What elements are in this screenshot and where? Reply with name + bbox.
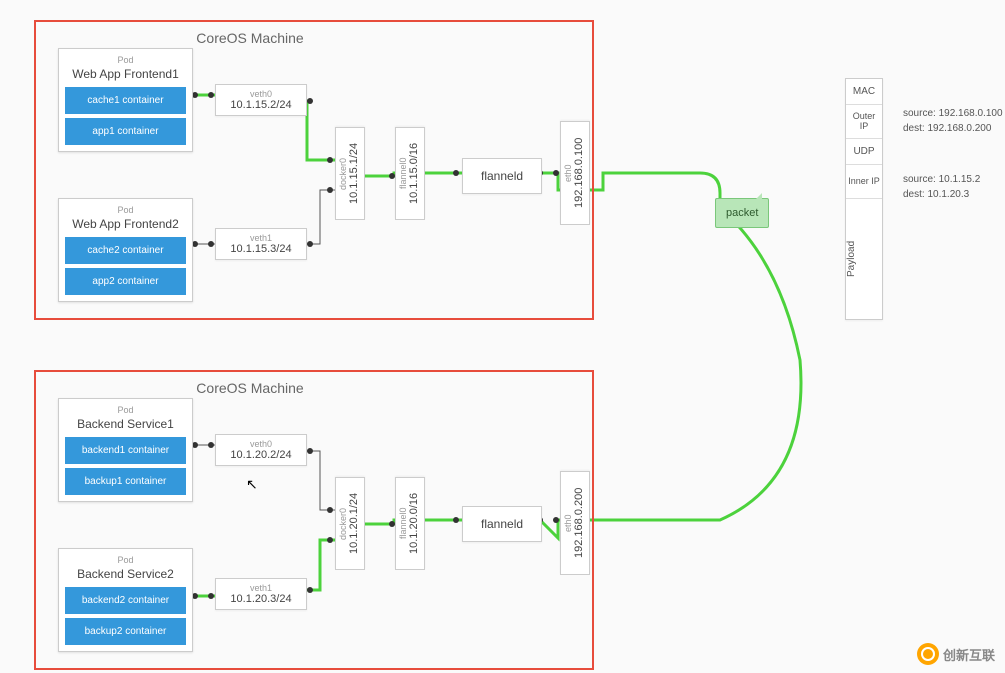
pod-label: Pod bbox=[65, 55, 186, 65]
pod-title: Backend Service1 bbox=[65, 417, 186, 431]
stack-outer-ip: Outer IP bbox=[846, 105, 882, 139]
stack-payload: Payload bbox=[846, 199, 857, 319]
pod-title: Backend Service2 bbox=[65, 567, 186, 581]
stack-udp: UDP bbox=[846, 139, 882, 165]
container-backup2: backup2 container bbox=[65, 618, 186, 645]
container-app2: app2 container bbox=[65, 268, 186, 295]
pod-label: Pod bbox=[65, 555, 186, 565]
veth0-m2: veth0 10.1.20.2/24 bbox=[215, 434, 307, 466]
flannel0-m2: flannel0 10.1.20.0/16 bbox=[395, 477, 425, 570]
watermark-icon bbox=[917, 643, 939, 665]
container-backend2: backend2 container bbox=[65, 587, 186, 614]
flanneld-m1: flanneld bbox=[462, 158, 542, 194]
veth0-m1: veth0 10.1.15.2/24 bbox=[215, 84, 307, 116]
packet-box: packet bbox=[715, 198, 769, 228]
pod-backend2: Pod Backend Service2 backend2 container … bbox=[58, 548, 193, 652]
pod-label: Pod bbox=[65, 405, 186, 415]
docker0-m2: docker0 10.1.20.1/24 bbox=[335, 477, 365, 570]
pod-frontend1: Pod Web App Frontend1 cache1 container a… bbox=[58, 48, 193, 152]
container-backend1: backend1 container bbox=[65, 437, 186, 464]
inner-ip-info: source: 10.1.15.2 dest: 10.1.20.3 bbox=[903, 172, 980, 202]
pod-label: Pod bbox=[65, 205, 186, 215]
container-backup1: backup1 container bbox=[65, 468, 186, 495]
veth1-m1: veth1 10.1.15.3/24 bbox=[215, 228, 307, 260]
eth0-m2: eth0 192.168.0.200 bbox=[560, 471, 590, 575]
stack-mac: MAC bbox=[846, 79, 882, 105]
packet-stack: MAC Outer IP UDP Inner IP Payload bbox=[845, 78, 883, 320]
machine-1-title: CoreOS Machine bbox=[196, 30, 303, 46]
eth0-m1: eth0 192.168.0.100 bbox=[560, 121, 590, 225]
machine-2-title: CoreOS Machine bbox=[196, 380, 303, 396]
pod-frontend2: Pod Web App Frontend2 cache2 container a… bbox=[58, 198, 193, 302]
outer-ip-info: source: 192.168.0.100 dest: 192.168.0.20… bbox=[903, 106, 1003, 136]
flannel0-m1: flannel0 10.1.15.0/16 bbox=[395, 127, 425, 220]
pod-backend1: Pod Backend Service1 backend1 container … bbox=[58, 398, 193, 502]
container-app1: app1 container bbox=[65, 118, 186, 145]
docker0-m1: docker0 10.1.15.1/24 bbox=[335, 127, 365, 220]
watermark-text: 创新互联 bbox=[943, 645, 995, 664]
flanneld-m2: flanneld bbox=[462, 506, 542, 542]
container-cache1: cache1 container bbox=[65, 87, 186, 114]
pod-title: Web App Frontend2 bbox=[65, 217, 186, 231]
veth1-m2: veth1 10.1.20.3/24 bbox=[215, 578, 307, 610]
container-cache2: cache2 container bbox=[65, 237, 186, 264]
cursor-icon: ↖ bbox=[246, 476, 258, 493]
pod-title: Web App Frontend1 bbox=[65, 67, 186, 81]
watermark: 创新互联 bbox=[917, 643, 995, 665]
stack-inner-ip: Inner IP bbox=[846, 165, 882, 199]
